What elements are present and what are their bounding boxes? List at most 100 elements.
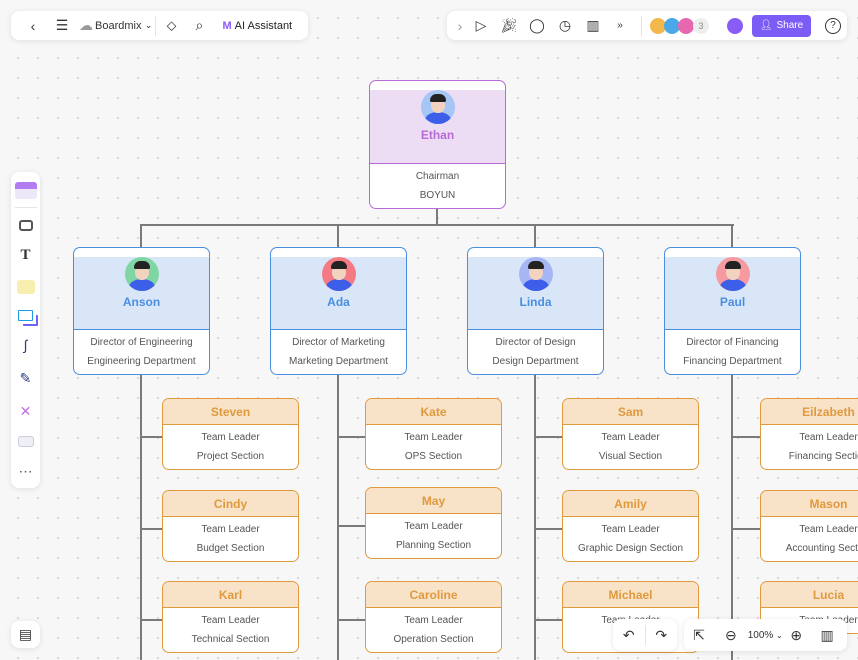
card-body: Team Leader OPS Section	[366, 425, 501, 469]
job-title: Team Leader	[799, 432, 858, 443]
undo-icon[interactable]: ↶	[613, 627, 645, 644]
timer-icon[interactable]: ◷	[551, 17, 579, 34]
chevron-down-icon[interactable]: ⌄	[773, 631, 785, 640]
department: Graphic Design Section	[577, 543, 684, 554]
chart-icon[interactable]: ▥	[579, 17, 607, 34]
person-name: Paul	[719, 295, 746, 309]
card-body: Team Leader Budget Section	[163, 517, 298, 561]
director-card[interactable]: Linda Director of Design Design Department	[467, 247, 604, 375]
avatar	[518, 257, 553, 291]
chevron-down-icon[interactable]: ⌄	[141, 20, 155, 31]
shape-icon[interactable]	[18, 310, 33, 321]
job-title: Team Leader	[404, 615, 463, 626]
frame-icon[interactable]	[18, 219, 33, 232]
connector-line	[534, 370, 536, 660]
team-leader-card[interactable]: Steven Team Leader Project Section	[162, 398, 299, 470]
team-leader-card[interactable]: Caroline Team Leader Operation Section	[365, 581, 502, 653]
job-title: Team Leader	[601, 524, 660, 535]
pen-icon[interactable]: ✎	[15, 370, 37, 387]
connector-line	[141, 224, 734, 226]
connector-line	[337, 619, 365, 621]
more-chevrons-icon[interactable]: »	[607, 20, 633, 31]
person-name: Sam	[617, 404, 644, 419]
share-button[interactable]: 👤︎ Share	[752, 14, 811, 37]
team-leader-card[interactable]: Karl Team Leader Technical Section	[162, 581, 299, 653]
team-leader-card[interactable]: Amily Team Leader Graphic Design Section	[562, 490, 699, 562]
director-card[interactable]: Anson Director of Engineering Engineering …	[73, 247, 210, 375]
collaborator-count[interactable]: 3	[693, 17, 709, 34]
map-icon[interactable]: ▥	[807, 627, 847, 644]
team-leader-card[interactable]: Kate Team Leader OPS Section	[365, 398, 502, 470]
text-icon[interactable]: T	[15, 247, 37, 264]
tag-icon[interactable]: ⬦	[156, 17, 186, 34]
card-body: Team Leader Operation Section	[366, 608, 501, 652]
redo-icon[interactable]: ↷	[645, 627, 677, 644]
play-icon[interactable]: ▷	[467, 17, 495, 34]
more-icon[interactable]: ⋯	[15, 463, 37, 480]
card-header: Paul	[665, 257, 800, 330]
back-icon[interactable]: ‹	[19, 18, 47, 34]
connector-line	[140, 370, 142, 660]
department: Planning Section	[395, 540, 472, 551]
connector-line	[140, 436, 162, 438]
job-title: Director of Financing	[686, 337, 779, 348]
person-name: Eilzabeth	[802, 404, 855, 419]
director-card[interactable]: Paul Director of Financing Financing Depar…	[664, 247, 801, 375]
department: Budget Section	[196, 543, 265, 554]
team-leader-card[interactable]: Sam Team Leader Visual Section	[562, 398, 699, 470]
mindmap-icon[interactable]: ✕	[15, 403, 37, 420]
expand-icon[interactable]: ›	[453, 18, 467, 34]
chairman-card[interactable]: Ethan Chairman BOYUN	[369, 80, 506, 209]
search-icon[interactable]: ⌕	[186, 17, 212, 34]
ai-assistant-button[interactable]: M AI Assistant	[222, 20, 292, 32]
card-body: Chairman BOYUN	[370, 164, 505, 208]
director-card[interactable]: Ada Director of Marketing Marketing Depart…	[270, 247, 407, 375]
department: OPS Section	[404, 451, 463, 462]
card-header: Ethan	[370, 90, 505, 164]
sticky-note-icon[interactable]	[16, 280, 35, 295]
template-icon[interactable]	[14, 182, 37, 199]
job-title: Team Leader	[201, 524, 260, 535]
job-title: Team Leader	[404, 432, 463, 443]
team-leader-card[interactable]: Mason Team Leader Accounting Section	[760, 490, 858, 562]
avatar[interactable]	[678, 17, 694, 34]
table-icon[interactable]	[17, 435, 34, 447]
top-right-toolbar: › ▷ 🎉︎ ◯ ◷ ▥ » 3 👤︎ Share ?	[447, 11, 847, 40]
department: Project Section	[196, 451, 265, 462]
department: Financing Section	[788, 451, 858, 462]
ai-assistant-label: AI Assistant	[234, 19, 293, 32]
card-body: Director of Engineering Engineering Depar…	[74, 330, 209, 374]
card-body: Director of Marketing Marketing Departmen…	[271, 330, 406, 374]
user-avatar[interactable]	[727, 17, 743, 34]
zoom-in-icon[interactable]: ⊕	[785, 627, 807, 644]
card-header: Ada	[271, 257, 406, 330]
team-leader-card[interactable]: May Team Leader Planning Section	[365, 487, 502, 559]
cloud-icon: ☁	[79, 17, 93, 33]
celebrate-icon[interactable]: 🎉︎	[495, 17, 523, 34]
card-body: Team Leader Financing Section	[761, 425, 858, 469]
divider	[641, 15, 642, 36]
connector-line	[534, 224, 536, 247]
app-name[interactable]: Boardmix	[95, 20, 141, 32]
card-header: Steven	[163, 399, 298, 425]
team-leader-card[interactable]: Cindy Team Leader Budget Section	[162, 490, 299, 562]
card-header: Kate	[366, 399, 501, 425]
menu-icon[interactable]: ☰	[47, 17, 77, 34]
connector-line	[140, 528, 162, 530]
minimap-button[interactable]: ▤	[11, 621, 40, 648]
comment-icon[interactable]: ◯	[523, 17, 551, 34]
team-leader-card[interactable]: Eilzabeth Team Leader Financing Section	[760, 398, 858, 470]
connector-line	[534, 619, 562, 621]
top-left-toolbar: ‹ ☰ ☁ Boardmix ⌄ ⬦ ⌕ M AI Assistant	[11, 11, 308, 40]
connector-line	[337, 224, 339, 247]
connector-icon[interactable]: ∫	[15, 337, 37, 354]
job-title: Director of Marketing	[292, 337, 385, 348]
help-icon[interactable]: ?	[825, 17, 841, 34]
job-title: Director of Design	[495, 337, 576, 348]
select-cursor-icon[interactable]: ⇱	[684, 627, 714, 644]
zoom-out-icon[interactable]: ⊖	[714, 627, 748, 644]
share-label: Share	[776, 20, 804, 31]
zoom-level[interactable]: 100%	[748, 630, 774, 641]
connector-line	[534, 528, 562, 530]
card-body: Team Leader Technical Section	[163, 608, 298, 652]
